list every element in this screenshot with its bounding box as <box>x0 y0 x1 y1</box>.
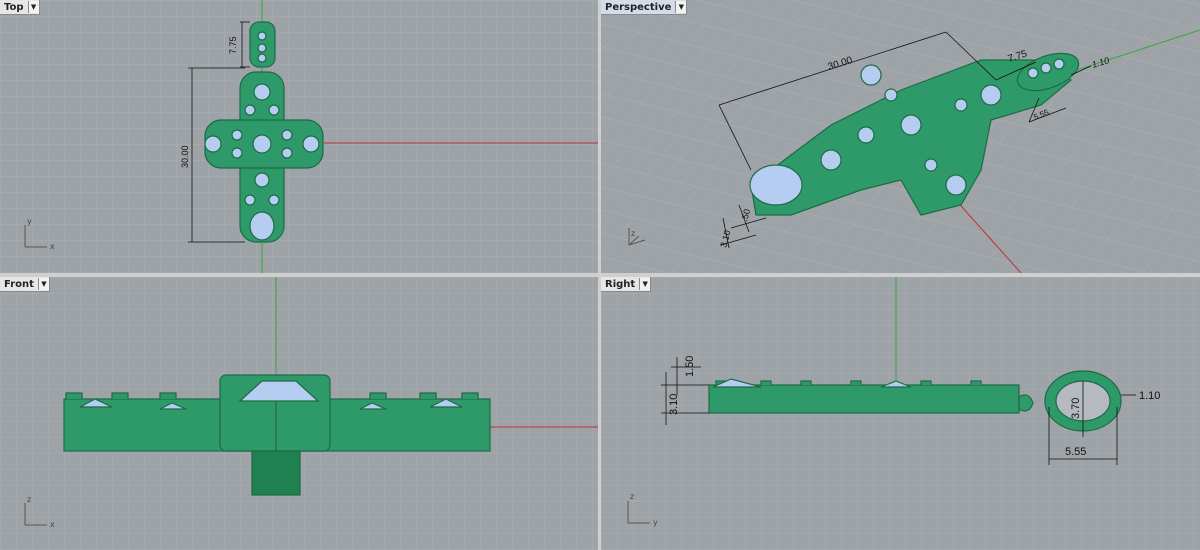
axis-label-z: z <box>631 229 635 238</box>
axis-label-x: x <box>50 242 55 251</box>
viewport-right[interactable]: 1.50 3.10 3.70 1.10 5.55 y z Right ▼ <box>601 277 1200 550</box>
axis-label-y: y <box>27 217 32 226</box>
viewport-title: Top <box>4 1 24 13</box>
axis-label-x: x <box>50 520 55 529</box>
perspective-viewport-canvas[interactable]: 30.00 7.75 1.10 5.55 .50 3.10 z <box>601 0 1200 273</box>
viewport-tab-top[interactable]: Top ▼ <box>0 0 40 15</box>
dimension-text-height-a: 1.50 <box>684 356 696 377</box>
dimension-text-height-b: 3.10 <box>668 394 680 415</box>
right-viewport-canvas[interactable]: 1.50 3.10 3.70 1.10 5.55 y z <box>601 277 1200 550</box>
viewport-title: Front <box>4 278 34 290</box>
viewport-title: Perspective <box>605 1 672 13</box>
dimension-text-bail-thickness: 1.10 <box>1139 390 1160 402</box>
viewport-front[interactable]: x z Front ▼ <box>0 277 598 550</box>
viewport-menu-dropdown-icon[interactable]: ▼ <box>37 278 49 290</box>
axis-label-z: z <box>630 492 634 501</box>
dimension-text-bail: 7.75 <box>228 36 238 54</box>
viewport-tab-right[interactable]: Right ▼ <box>601 277 652 292</box>
axis-label-z: z <box>27 495 31 504</box>
top-viewport-canvas[interactable]: 7.75 30.00 x y <box>0 0 598 273</box>
viewport-top[interactable]: 7.75 30.00 x y Top ▼ <box>0 0 598 273</box>
viewport-tab-front[interactable]: Front ▼ <box>0 277 50 292</box>
front-viewport-canvas[interactable]: x z <box>0 277 598 550</box>
axis-label-y: y <box>653 518 658 527</box>
viewport-menu-dropdown-icon[interactable]: ▼ <box>27 1 39 13</box>
viewport-perspective[interactable]: 30.00 7.75 1.10 5.55 .50 3.10 z Perspect… <box>601 0 1200 273</box>
dimension-text-cross: 30.00 <box>180 145 190 168</box>
dimension-text-bail-inner: 3.70 <box>1070 398 1082 419</box>
viewport-title: Right <box>605 278 636 290</box>
viewport-menu-dropdown-icon[interactable]: ▼ <box>675 1 687 13</box>
dimension-text-bail-width: 5.55 <box>1065 446 1086 458</box>
viewport-menu-dropdown-icon[interactable]: ▼ <box>639 278 651 290</box>
viewport-tab-perspective[interactable]: Perspective ▼ <box>601 0 688 15</box>
